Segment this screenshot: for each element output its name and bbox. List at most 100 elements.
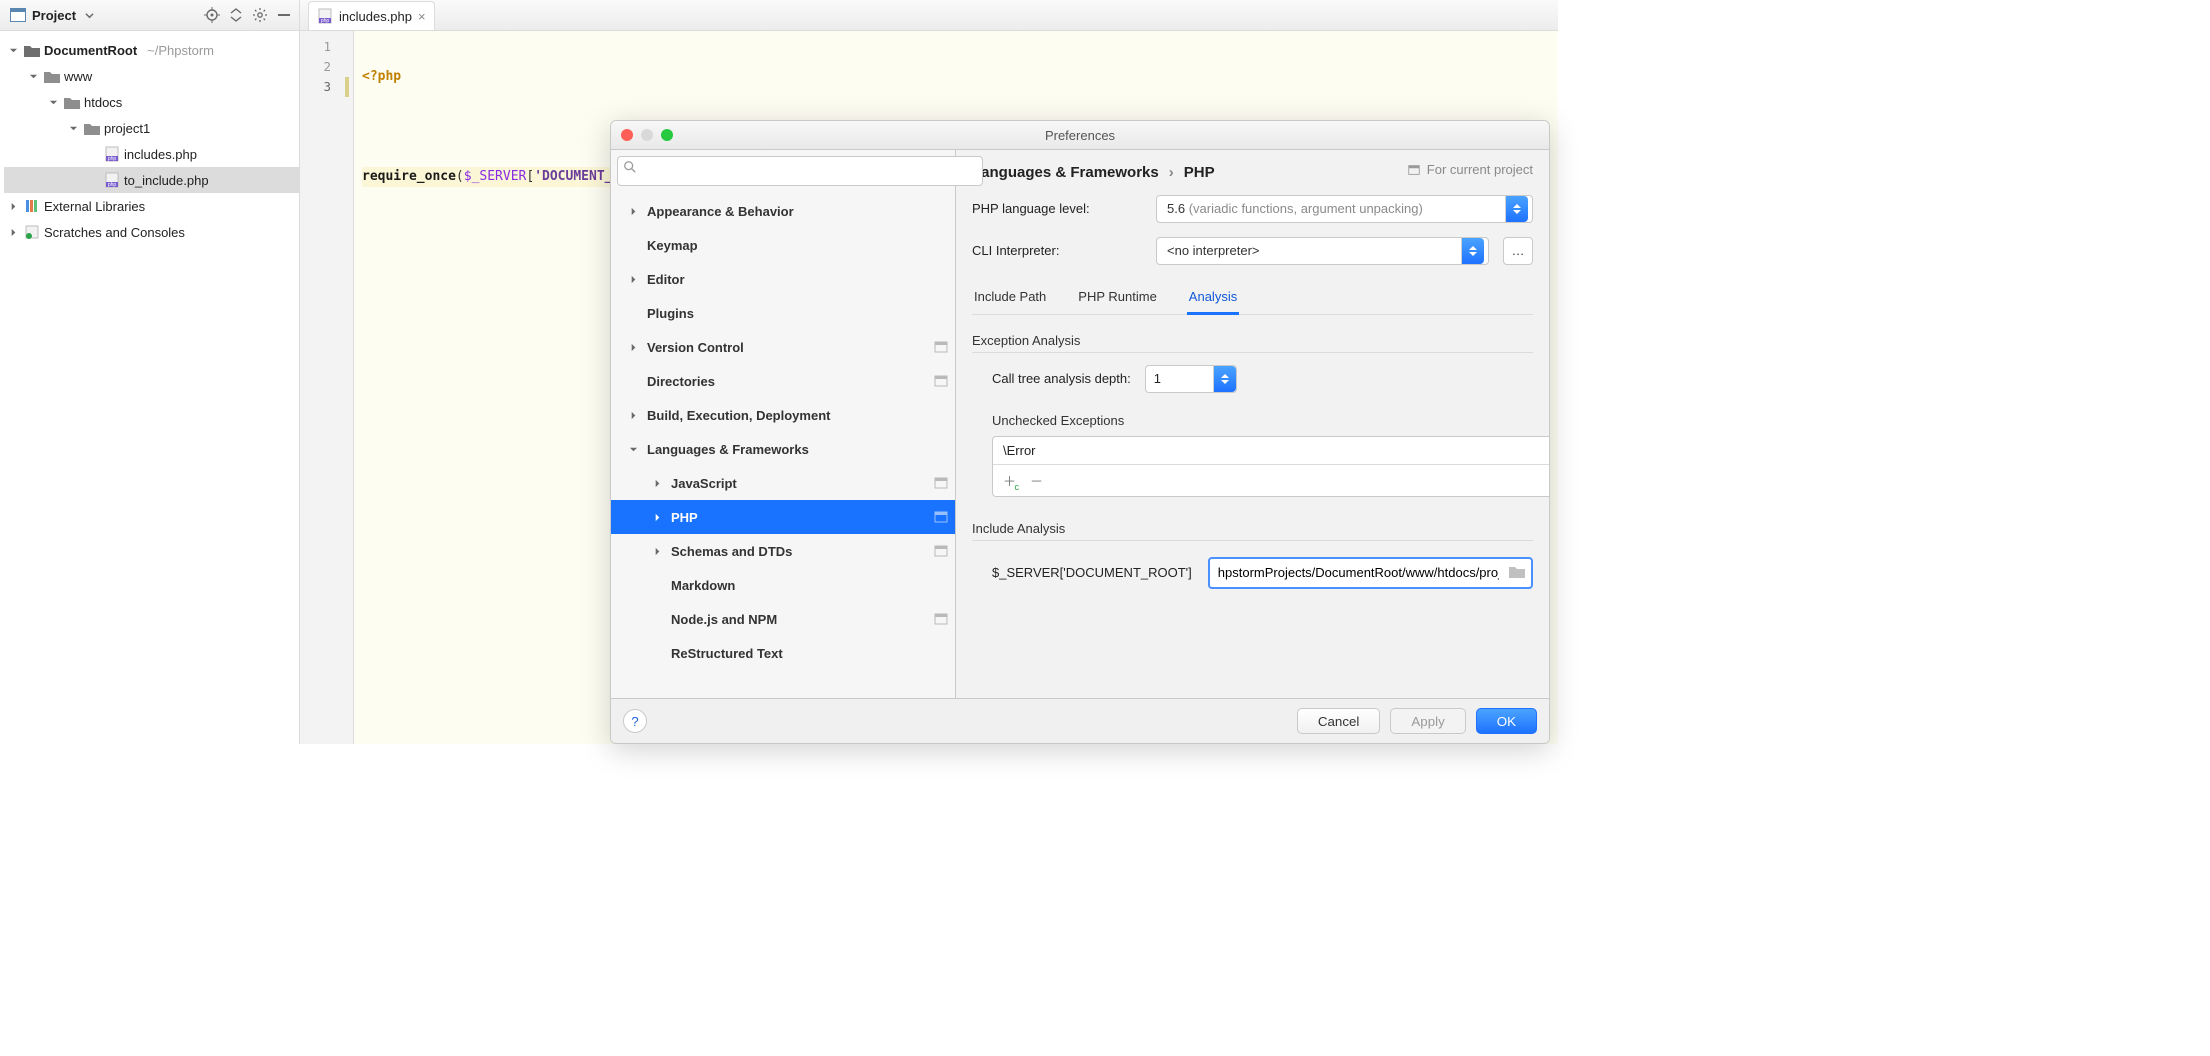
- dropdown-arrows-icon: [1213, 366, 1236, 392]
- cat-javascript[interactable]: JavaScript: [611, 466, 955, 500]
- chevron-right-icon: [649, 479, 665, 488]
- gear-icon[interactable]: [251, 6, 269, 24]
- chevron-right-icon: [625, 207, 641, 216]
- chevron-right-icon: ›: [1169, 164, 1174, 181]
- tree-node-htdocs[interactable]: htdocs: [4, 89, 299, 115]
- chevron-down-icon: [46, 98, 60, 107]
- window-controls[interactable]: [621, 129, 673, 141]
- cat-node[interactable]: Node.js and NPM: [611, 602, 955, 636]
- remove-icon[interactable]: －: [1030, 471, 1043, 490]
- cat-label: Directories: [647, 374, 715, 389]
- tree-node-www[interactable]: www: [4, 63, 299, 89]
- cat-php[interactable]: PHP: [611, 500, 955, 534]
- browse-button[interactable]: …: [1503, 237, 1533, 265]
- cat-label: Markdown: [671, 578, 735, 593]
- expand-all-icon[interactable]: [227, 6, 245, 24]
- project-view-label: Project: [32, 8, 76, 23]
- document-root-field[interactable]: [1208, 557, 1533, 589]
- help-button[interactable]: ?: [623, 709, 647, 733]
- project-tree[interactable]: DocumentRoot ~/Phpstorm www htdocs proje…: [0, 31, 299, 744]
- svg-text:php: php: [108, 156, 117, 162]
- tree-node-scratches[interactable]: Scratches and Consoles: [4, 219, 299, 245]
- call-tree-depth-row: Call tree analysis depth: 1: [972, 365, 1533, 393]
- cancel-button[interactable]: Cancel: [1297, 708, 1381, 734]
- editor-tab-includes[interactable]: php includes.php ×: [308, 1, 435, 30]
- cat-label: JavaScript: [671, 476, 737, 491]
- project-scope-icon: [933, 509, 949, 525]
- locate-icon[interactable]: [203, 6, 221, 24]
- scratches-icon: [24, 224, 40, 240]
- zoom-window-icon[interactable]: [661, 129, 673, 141]
- close-window-icon[interactable]: [621, 129, 633, 141]
- cat-schemas[interactable]: Schemas and DTDs: [611, 534, 955, 568]
- node-label: htdocs: [84, 95, 122, 110]
- cat-label: Plugins: [647, 306, 694, 321]
- cat-langs[interactable]: Languages & Frameworks: [611, 432, 955, 466]
- folder-icon[interactable]: [1509, 565, 1525, 581]
- cat-label: Build, Execution, Deployment: [647, 408, 830, 423]
- cat-build[interactable]: Build, Execution, Deployment: [611, 398, 955, 432]
- tree-node-includes[interactable]: php includes.php: [4, 141, 299, 167]
- tab-label: includes.php: [339, 9, 412, 24]
- line-number: 3: [300, 77, 331, 97]
- cat-appearance[interactable]: Appearance & Behavior: [611, 194, 955, 228]
- cat-rst[interactable]: ReStructured Text: [611, 636, 955, 670]
- tree-node-external-libs[interactable]: External Libraries: [4, 193, 299, 219]
- breadcrumb: Languages & Frameworks › PHP For current…: [972, 162, 1533, 181]
- search-input[interactable]: [617, 156, 983, 186]
- svg-text:php: php: [321, 18, 330, 24]
- tree-node-to-include[interactable]: php to_include.php: [4, 167, 299, 193]
- php-language-level-select[interactable]: 5.6 (variadic functions, argument unpack…: [1156, 195, 1533, 223]
- project-view-combo[interactable]: Project: [6, 6, 100, 25]
- tree-node-root[interactable]: DocumentRoot ~/Phpstorm: [4, 37, 299, 63]
- call-tree-depth-select[interactable]: 1: [1145, 365, 1237, 393]
- breadcrumb-item: PHP: [1184, 164, 1215, 181]
- dialog-titlebar[interactable]: Preferences: [611, 121, 1549, 150]
- add-icon[interactable]: ＋c: [1003, 471, 1016, 490]
- chevron-right-icon: [649, 513, 665, 522]
- tab-analysis[interactable]: Analysis: [1187, 283, 1239, 315]
- project-scope-icon: [1407, 163, 1421, 177]
- preferences-search[interactable]: [617, 156, 949, 186]
- select-value: 1: [1146, 371, 1213, 386]
- chevron-right-icon: [625, 275, 641, 284]
- tree-node-project1[interactable]: project1: [4, 115, 299, 141]
- list-item[interactable]: \Error: [993, 437, 1550, 465]
- select-value: <no interpreter>: [1167, 243, 1260, 258]
- minimize-window-icon[interactable]: [641, 129, 653, 141]
- cat-keymap[interactable]: Keymap: [611, 228, 955, 262]
- cat-plugins[interactable]: Plugins: [611, 296, 955, 330]
- tab-include-path[interactable]: Include Path: [972, 283, 1048, 314]
- chevron-down-icon: [66, 124, 80, 133]
- breadcrumb-item: Languages & Frameworks: [972, 164, 1159, 181]
- chevron-down-icon: [6, 46, 20, 55]
- node-hint: ~/Phpstorm: [147, 43, 214, 58]
- cat-markdown[interactable]: Markdown: [611, 568, 955, 602]
- cat-label: Node.js and NPM: [671, 612, 777, 627]
- close-icon[interactable]: ×: [418, 9, 426, 24]
- category-tree[interactable]: Appearance & Behavior Keymap Editor Plug…: [611, 192, 955, 698]
- code-token: require_once: [362, 169, 456, 184]
- php-file-icon: php: [317, 8, 333, 24]
- hide-icon[interactable]: [275, 6, 293, 24]
- document-root-input[interactable]: [1216, 564, 1501, 581]
- section-include-analysis: Include Analysis: [972, 521, 1533, 536]
- node-label: to_include.php: [124, 173, 209, 188]
- cat-editor[interactable]: Editor: [611, 262, 955, 296]
- node-label: includes.php: [124, 147, 197, 162]
- project-scope-icon: [933, 475, 949, 491]
- php-tabs: Include Path PHP Runtime Analysis: [972, 283, 1533, 315]
- select-hint: (variadic functions, argument unpacking): [1189, 201, 1423, 216]
- unchecked-exceptions-list[interactable]: \Error ＋c －: [992, 436, 1550, 497]
- cli-interpreter-select[interactable]: <no interpreter>: [1156, 237, 1489, 265]
- folder-icon: [84, 122, 100, 135]
- ok-button[interactable]: OK: [1476, 708, 1537, 734]
- tab-php-runtime[interactable]: PHP Runtime: [1076, 283, 1159, 314]
- dropdown-arrows-icon: [1505, 196, 1528, 222]
- apply-button[interactable]: Apply: [1390, 708, 1465, 734]
- preferences-content: Languages & Frameworks › PHP For current…: [956, 150, 1549, 698]
- chevron-right-icon: [625, 343, 641, 352]
- cat-directories[interactable]: Directories: [611, 364, 955, 398]
- cat-vcs[interactable]: Version Control: [611, 330, 955, 364]
- folder-icon: [24, 44, 40, 57]
